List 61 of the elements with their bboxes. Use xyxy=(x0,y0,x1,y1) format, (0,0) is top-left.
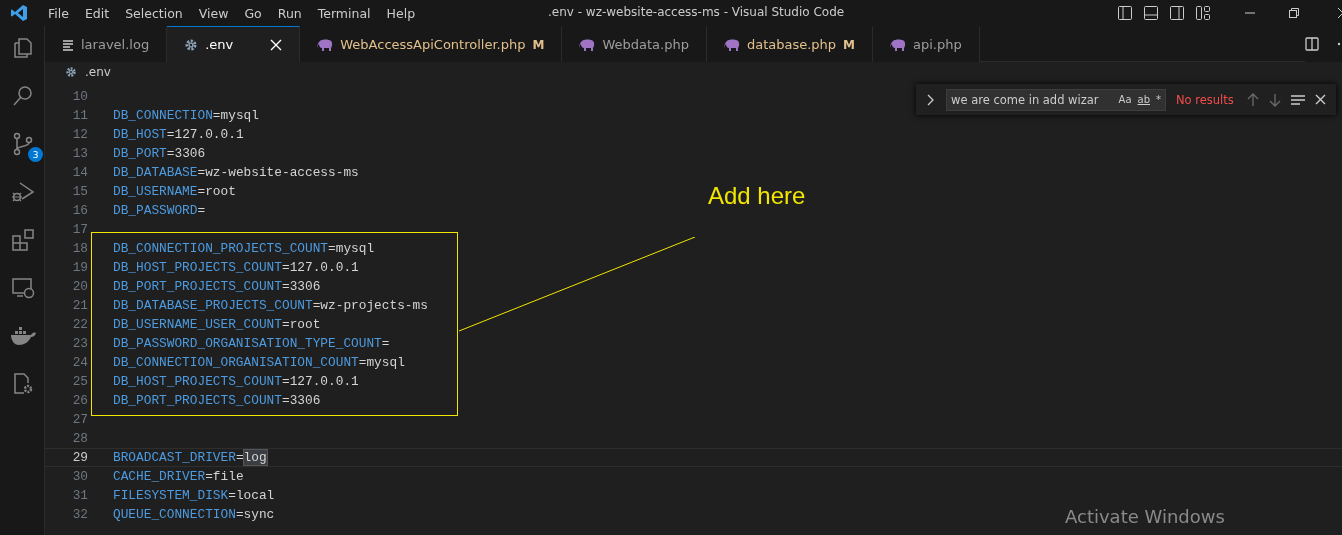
breadcrumb-item[interactable]: .env xyxy=(85,65,111,79)
line-number: 17 xyxy=(71,222,88,237)
line-number: 29 xyxy=(71,450,88,465)
code-line: DB_PORT=3306 xyxy=(113,146,206,161)
line-number: 26 xyxy=(71,393,88,408)
find-input[interactable]: we are come in add wizar Aa ab * xyxy=(946,88,1166,111)
activation-notice: Activate Windows xyxy=(1065,506,1225,527)
code-line: DB_HOST_PROJECTS_COUNT=127.0.0.1 xyxy=(113,374,359,389)
line-number: 13 xyxy=(71,146,88,161)
code-line: QUEUE_CONNECTION=sync xyxy=(113,507,275,522)
line-number: 14 xyxy=(71,165,88,180)
code-line: DB_CONNECTION_ORGANISATION_COUNT=mysql xyxy=(113,355,405,370)
code-line: DB_CONNECTION=mysql xyxy=(113,108,259,123)
whole-word-toggle[interactable]: ab xyxy=(1137,94,1150,105)
line-number: 27 xyxy=(71,412,88,427)
code-line: DB_USERNAME=root xyxy=(113,184,236,199)
code-line: CACHE_DRIVER=file xyxy=(113,469,244,484)
changes-count-badge: 3 xyxy=(28,147,43,162)
line-number: 16 xyxy=(71,203,88,218)
code-line: DB_PASSWORD= xyxy=(113,203,206,218)
regex-toggle[interactable]: * xyxy=(1156,94,1161,105)
code-line: DB_DATABASE_PROJECTS_COUNT=wz-projects-ms xyxy=(113,298,428,313)
menu-item[interactable]: View xyxy=(190,5,237,21)
code-line: DB_PASSWORD_ORGANISATION_TYPE_COUNT= xyxy=(113,336,390,351)
line-number: 32 xyxy=(71,507,88,522)
code-line: DB_CONNECTION_PROJECTS_COUNT=mysql xyxy=(113,241,375,256)
line-number: 11 xyxy=(71,108,88,123)
code-line: DB_USERNAME_USER_COUNT=root xyxy=(113,317,321,332)
code-line: DB_HOST=127.0.0.1 xyxy=(113,127,244,142)
menu-item[interactable]: Run xyxy=(269,5,310,21)
menu-item[interactable]: Edit xyxy=(76,5,118,21)
menu-item[interactable]: Terminal xyxy=(309,5,379,21)
code-line: DB_DATABASE=wz-website-access-ms xyxy=(113,165,359,180)
line-number: 12 xyxy=(71,127,88,142)
editor-tab[interactable]: .env xyxy=(167,26,301,62)
code-line: DB_PORT_PROJECTS_COUNT=3306 xyxy=(113,393,321,408)
line-number: 31 xyxy=(71,488,88,503)
line-number: 20 xyxy=(71,279,88,294)
line-number: 19 xyxy=(71,260,88,275)
line-number: 25 xyxy=(71,374,88,389)
line-number: 24 xyxy=(71,355,88,370)
annotation-label: Add here xyxy=(708,182,806,210)
line-number: 21 xyxy=(71,298,88,313)
line-number: 10 xyxy=(71,89,88,104)
line-number: 18 xyxy=(71,241,88,256)
line-number: 28 xyxy=(71,431,88,446)
menu-item[interactable]: Selection xyxy=(117,5,191,21)
code-line: BROADCAST_DRIVER=log xyxy=(113,450,267,465)
code-line: DB_PORT_PROJECTS_COUNT=3306 xyxy=(113,279,321,294)
menu-item[interactable]: Help xyxy=(378,5,424,21)
menu-item[interactable]: File xyxy=(40,5,77,21)
window-title: .env - wz-website-access-ms - Visual Studio Code xyxy=(548,5,845,19)
line-number: 23 xyxy=(71,336,88,351)
line-number: 30 xyxy=(71,469,88,484)
match-case-toggle[interactable]: Aa xyxy=(1118,94,1132,105)
find-status: No results xyxy=(1176,92,1234,107)
line-number: 15 xyxy=(71,184,88,199)
line-number: 22 xyxy=(71,317,88,332)
code-line: DB_HOST_PROJECTS_COUNT=127.0.0.1 xyxy=(113,260,359,275)
menu-item[interactable]: Go xyxy=(236,5,270,21)
code-line: FILESYSTEM_DISK=local xyxy=(113,488,275,503)
